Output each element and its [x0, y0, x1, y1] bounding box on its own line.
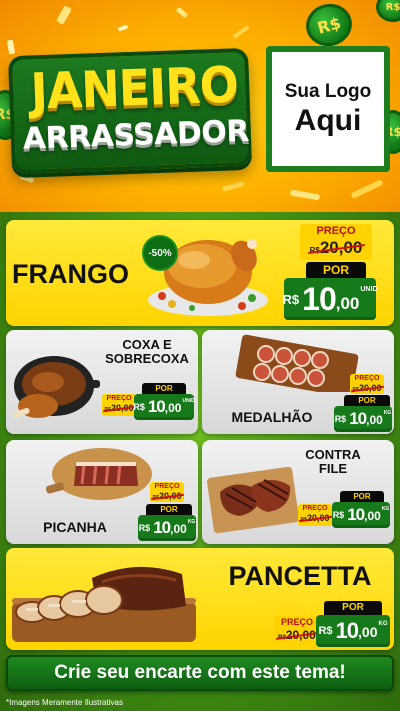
price-currency: R$ [133, 402, 145, 412]
preco-label: PREÇO [354, 375, 380, 382]
old-currency: R$ [278, 635, 286, 641]
picanha-image [46, 448, 152, 500]
por-label: POR [142, 383, 186, 394]
product-card-contrafile[interactable]: CONTRA FILE PREÇO R$20,00 POR R$ 10 ,00 … [202, 440, 394, 544]
old-price-tag: PREÇO R$20,00 [102, 394, 136, 416]
coin-icon: R$ [376, 0, 400, 22]
confetti-decoration [350, 179, 384, 199]
price-box: R$ 10 ,00 KG [138, 515, 196, 541]
price-unit: KG [381, 506, 390, 512]
product-name: COXA E SOBRECOXA [98, 338, 196, 365]
price-value: 10 [153, 518, 171, 537]
por-label: POR [344, 395, 390, 406]
price-cents: ,00 [170, 522, 187, 536]
price-box: R$ 10 ,00 UNID [282, 278, 378, 320]
price-box: R$ 10 ,00 KG [316, 615, 390, 647]
price-box: R$ 10 ,00 KG [332, 502, 390, 528]
logo-text-line2: Aqui [294, 104, 362, 137]
price-value: 10 [147, 397, 166, 416]
confetti-decoration [232, 25, 250, 39]
product-name-line2: FILE [318, 460, 348, 476]
disclaimer-text: *Imagens Meramente Ilustrativas [6, 698, 123, 707]
por-label: POR [306, 262, 366, 278]
old-price: 20,00 [158, 491, 182, 501]
price-currency: R$ [318, 625, 333, 637]
title-plate: JANEIRO ARRASSADOR [8, 47, 252, 175]
price-currency: R$ [332, 510, 345, 520]
preco-label: PREÇO [154, 483, 180, 490]
price-value: 10 [302, 280, 337, 317]
confetti-decoration [117, 24, 129, 32]
price-unit: UNID [360, 286, 378, 293]
price-cents: ,00 [335, 294, 360, 313]
page-title: JANEIRO [29, 55, 239, 121]
confetti-decoration [221, 181, 245, 192]
page-subtitle: ARRASSADOR [22, 113, 250, 157]
logo-placeholder[interactable]: Sua Logo Aqui [266, 46, 390, 172]
price-value: 10 [349, 409, 367, 428]
old-price: 20,00 [285, 628, 316, 642]
product-name-line1: CONTRA [305, 447, 361, 462]
old-price-tag: PREÇO R$20,00 [150, 482, 184, 502]
product-card-pancetta[interactable]: PANCETTA PREÇO R$20,00 POR R$ 10 ,00 KG [6, 548, 394, 650]
pancetta-image [12, 566, 196, 642]
product-name: CONTRA FILE [302, 448, 364, 475]
price-currency: R$ [334, 414, 347, 424]
product-name: PICANHA [43, 519, 107, 535]
coin-icon: R$ [301, 0, 357, 52]
price-cents: ,00 [358, 624, 378, 640]
confetti-decoration [6, 39, 16, 55]
medalhao-image [235, 334, 359, 392]
old-price: 20,00 [319, 238, 363, 257]
price-unit: KG [187, 519, 196, 525]
price-currency: R$ [282, 291, 300, 307]
logo-text-line1: Sua Logo [284, 81, 372, 102]
product-name-line2: SOBRECOXA [105, 350, 189, 366]
old-price: 20,00 [306, 513, 330, 523]
price-cents: ,00 [364, 509, 381, 523]
flyer: R$ R$ R$ R$ JANEIRO ARRASSADOR Sua Logo … [0, 0, 400, 711]
discount-badge: -50% [144, 237, 176, 269]
product-card-medalhao[interactable]: MEDALHÃO PREÇO R$20,00 POR R$ 10 ,00 KG [202, 330, 394, 434]
old-price: 20,00 [110, 403, 134, 413]
price-currency: R$ [138, 523, 151, 533]
old-price-tag: PREÇO R$20,00 [274, 616, 320, 644]
por-label: POR [146, 504, 192, 515]
preco-label: PREÇO [280, 617, 313, 627]
product-card-coxa[interactable]: COXA E SOBRECOXA PREÇO R$20,00 POR R$ 10… [6, 330, 198, 434]
price-value: 10 [335, 618, 360, 643]
header-banner: R$ R$ R$ R$ JANEIRO ARRASSADOR Sua Logo … [0, 0, 400, 212]
old-price-tag: PREÇO R$20,00 [300, 224, 372, 260]
price-cents: ,00 [366, 413, 383, 427]
old-currency: R$ [309, 246, 320, 255]
confetti-decoration [175, 6, 189, 19]
old-price: 20,00 [358, 383, 382, 393]
price-value: 10 [347, 505, 365, 524]
old-price-tag: PREÇO R$20,00 [350, 374, 384, 394]
preco-label: PREÇO [106, 395, 132, 402]
product-name: MEDALHÃO [231, 409, 313, 425]
contra-file-image [207, 466, 299, 534]
preco-label: PREÇO [316, 225, 356, 237]
product-card-picanha[interactable]: PICANHA PREÇO R$20,00 POR R$ 10 ,00 KG [6, 440, 198, 544]
product-card-frango[interactable]: FRANGO -50% PREÇO R$20,00 POR R$ 10 ,00 … [6, 220, 394, 326]
product-name: FRANGO [12, 259, 129, 289]
por-label: POR [324, 601, 382, 615]
product-name-line1: COXA E [122, 337, 172, 352]
chicken-leg-pan-image [12, 356, 100, 419]
price-box: R$ 10 ,00 KG [334, 406, 392, 432]
price-unit: KG [378, 621, 388, 627]
confetti-decoration [56, 5, 72, 25]
product-name: PANCETTA [228, 561, 372, 591]
cta-button[interactable]: Crie seu encarte com este tema! [6, 655, 394, 691]
price-unit: KG [383, 410, 392, 416]
old-price-tag: PREÇO R$20,00 [298, 504, 332, 526]
preco-label: PREÇO [302, 505, 328, 512]
por-label: POR [340, 491, 384, 502]
confetti-decoration [289, 189, 321, 201]
price-cents: ,00 [164, 401, 182, 415]
price-box: R$ 10 ,00 UNID [133, 394, 195, 420]
price-unit: UNID [182, 398, 195, 404]
confetti-decoration [19, 173, 35, 184]
